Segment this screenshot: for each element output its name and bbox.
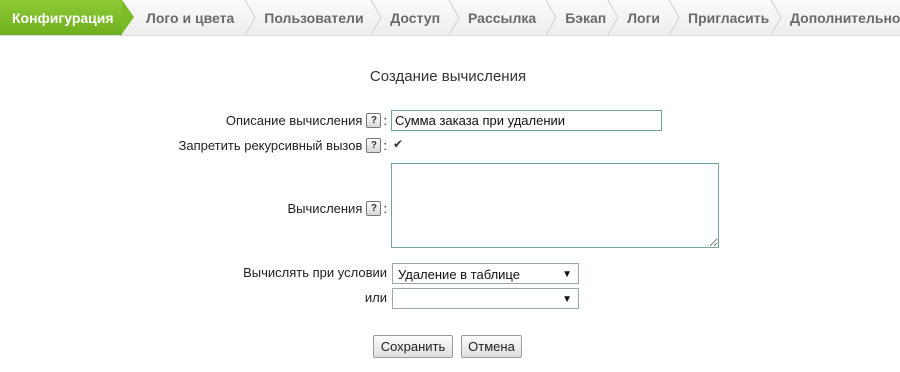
tab-configuration[interactable]: Конфигурация [0, 0, 134, 35]
description-input[interactable] [391, 110, 662, 131]
condition-label-group: Вычислять при условии [243, 265, 387, 280]
calculations-label: Вычисления [287, 201, 363, 216]
calculations-textarea[interactable] [391, 163, 719, 248]
condition-row: Вычислять при условии Удаление в таблице… [0, 263, 900, 284]
tab-label: Логи [627, 9, 660, 26]
label-colon: : [383, 113, 387, 128]
chevron-separator-icon [545, 0, 557, 35]
tab-label: Пользователи [264, 9, 364, 26]
condition-label: Вычислять при условии [243, 265, 387, 280]
tab-arrow [122, 0, 134, 34]
label-colon: : [383, 201, 387, 216]
tab-label: Лого и цвета [146, 9, 235, 26]
tab-users[interactable]: Пользователи [250, 0, 382, 35]
or-condition-label-group: или [365, 290, 387, 305]
or-condition-row: или ▼ [0, 288, 900, 309]
tab-label: Рассылка [468, 9, 537, 26]
no-recursive-checkbox[interactable]: ✔ [393, 138, 404, 150]
no-recursive-label: Запретить рекурсивный вызов [178, 138, 363, 153]
or-condition-label: или [364, 290, 387, 305]
tab-access[interactable]: Доступ [376, 0, 460, 35]
no-recursive-label-group: Запретить рекурсивный вызов ? : [179, 138, 387, 153]
chevron-separator-icon [370, 0, 382, 35]
label-colon: : [383, 138, 387, 153]
description-row: Описание вычисления ? : [0, 110, 900, 131]
chevron-separator-icon [244, 0, 256, 35]
tab-label: Пригласить [688, 9, 770, 26]
chevron-separator-icon [668, 0, 680, 35]
dropdown-arrow-icon: ▼ [562, 269, 572, 280]
form-title: Создание вычисления [369, 68, 527, 85]
tab-label: Конфигурация [12, 9, 114, 26]
calculations-label-group: Вычисления ? : [288, 201, 387, 216]
tab-label: Бэкап [565, 9, 607, 26]
chevron-separator-icon [770, 0, 782, 35]
tab-label: Доступ [390, 9, 441, 26]
tab-logs[interactable]: Логи [613, 0, 680, 35]
chevron-separator-icon [448, 0, 460, 35]
condition-select[interactable]: Удаление в таблице ▼ [392, 263, 579, 284]
tab-backup[interactable]: Бэкап [551, 0, 619, 35]
tab-invite[interactable]: Пригласить [674, 0, 782, 35]
help-icon[interactable]: ? [366, 113, 382, 128]
condition-selected-value: Удаление в таблице [398, 267, 520, 282]
or-condition-select[interactable]: ▼ [392, 288, 579, 309]
cancel-button[interactable]: Отмена [461, 335, 522, 358]
help-icon[interactable]: ? [366, 138, 382, 153]
dropdown-arrow-icon: ▼ [562, 294, 572, 305]
help-icon[interactable]: ? [366, 201, 382, 216]
description-label: Описание вычисления [225, 113, 363, 128]
chevron-separator-icon [607, 0, 619, 35]
save-button[interactable]: Сохранить [373, 335, 453, 358]
description-label-group: Описание вычисления ? : [226, 113, 387, 128]
calculations-row: Вычисления ? : [0, 163, 900, 249]
tab-mailing[interactable]: Рассылка [454, 0, 557, 35]
breadcrumb-tab-bar: Конфигурация Лого и цвета Пользователи Д… [0, 0, 900, 36]
tab-logo-colors[interactable]: Лого и цвета [132, 0, 256, 35]
tab-label: Дополнительно [790, 9, 900, 26]
no-recursive-row: Запретить рекурсивный вызов ? : ✔ [0, 138, 900, 154]
tab-additional[interactable]: Дополнительно [776, 0, 900, 35]
